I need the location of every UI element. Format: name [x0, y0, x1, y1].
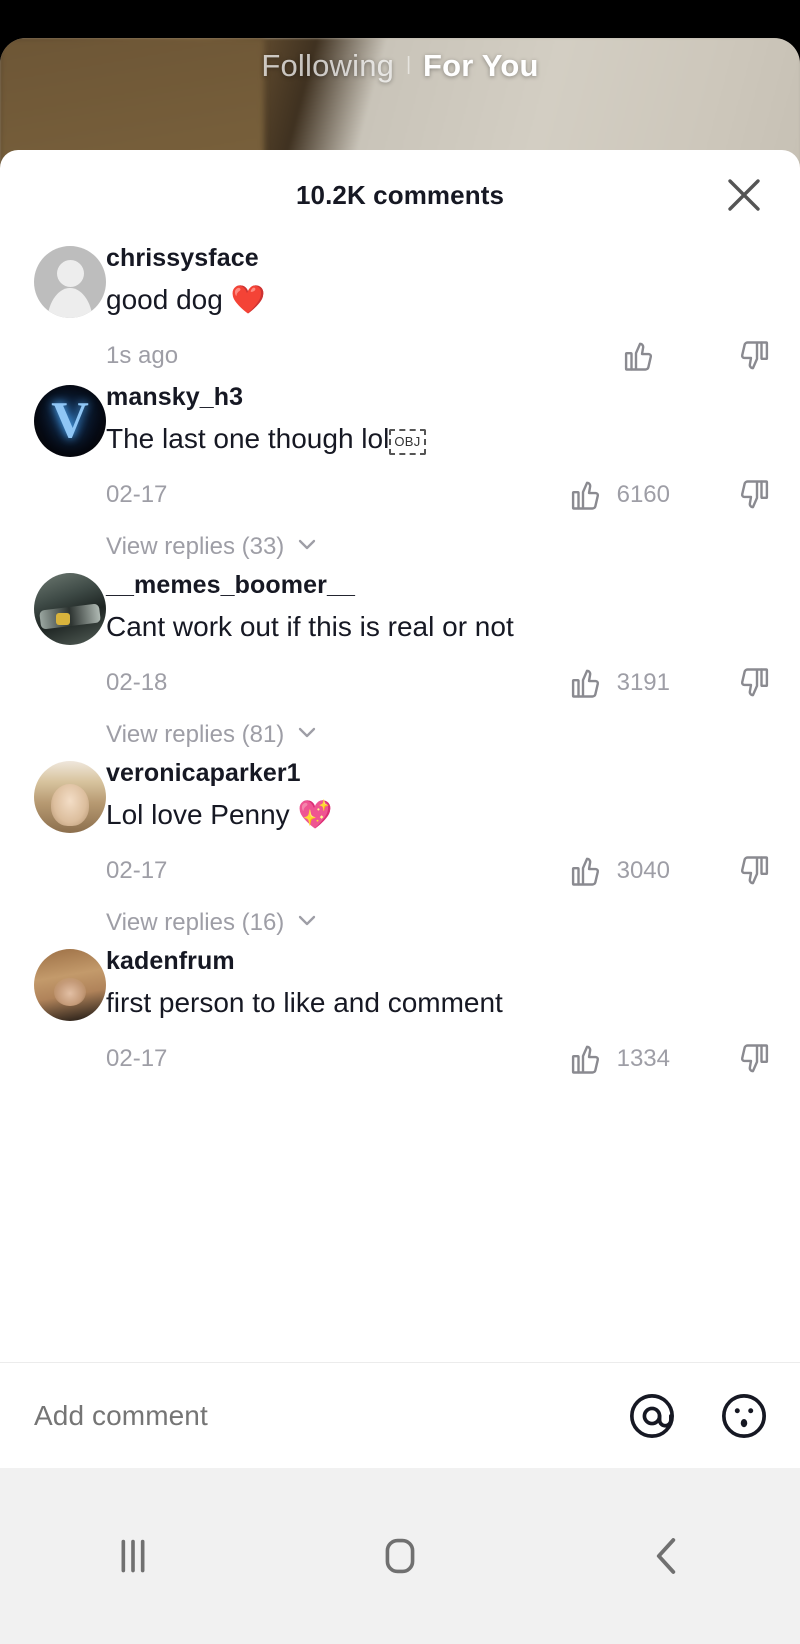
- comment-timestamp: 02-18: [106, 668, 168, 696]
- avatar[interactable]: [34, 572, 106, 645]
- comment-text: good dog ❤️: [106, 280, 772, 319]
- comments-list[interactable]: chrissysface good dog ❤️ 1s ago V mansky…: [0, 240, 800, 1362]
- comment-body: chrissysface good dog ❤️ 1s ago: [106, 240, 800, 379]
- add-comment-input[interactable]: [34, 1399, 626, 1432]
- comment-timestamp: 02-17: [106, 856, 168, 884]
- back-icon[interactable]: [607, 1496, 727, 1616]
- thumbs-up-icon[interactable]: [568, 1041, 604, 1077]
- avatar[interactable]: [34, 384, 106, 457]
- comment-timestamp: 1s ago: [106, 341, 179, 369]
- avatar[interactable]: [34, 948, 106, 1021]
- view-replies-button[interactable]: View replies (16): [106, 908, 772, 943]
- comment-text-body: The last one though lol: [106, 422, 390, 454]
- chevron-down-icon: [295, 532, 319, 563]
- comment-body: __memes_boomer__ Cant work out if this i…: [106, 567, 800, 755]
- comment-emoji: ❤️: [230, 283, 266, 315]
- home-icon[interactable]: [340, 1496, 460, 1616]
- comment-meta: 02-17 3040: [106, 848, 772, 894]
- comment-body: kadenfrum first person to like and comme…: [106, 943, 800, 1082]
- comment-username[interactable]: __memes_boomer__: [106, 569, 772, 603]
- obj-placeholder-glyph: OBJ: [389, 428, 426, 455]
- like-count: 6160: [616, 480, 670, 508]
- tab-following[interactable]: Following: [249, 48, 406, 84]
- avatar[interactable]: [34, 246, 106, 318]
- comments-header: 10.2K comments: [0, 150, 800, 240]
- comment-text: The last one though lol OBJ: [106, 419, 772, 458]
- comment-username[interactable]: chrissysface: [106, 242, 772, 276]
- thumbs-up-icon[interactable]: [568, 853, 604, 889]
- input-bar-icons: [626, 1390, 770, 1442]
- thumbs-down-icon[interactable]: [720, 338, 772, 374]
- comment-text: first person to like and comment: [106, 986, 503, 1018]
- thumbs-down-icon[interactable]: [720, 853, 772, 889]
- view-replies-label: View replies (16): [106, 909, 285, 937]
- android-navigation-bar: [0, 1468, 800, 1644]
- thumbs-up-icon[interactable]: [621, 338, 657, 374]
- comment-item[interactable]: veronicaparker1 Lol love Penny 💖 02-17 3…: [0, 755, 800, 943]
- thumbs-down-icon[interactable]: [720, 665, 772, 701]
- thumbs-down-icon[interactable]: [720, 477, 772, 513]
- phone-screen: Following | For You 10.2K comments chris…: [0, 0, 800, 1644]
- comment-item[interactable]: mansky_h3 The last one though lolOBJ 02-…: [0, 379, 800, 567]
- comment-item[interactable]: kadenfrum first person to like and comme…: [0, 943, 800, 1082]
- chevron-down-icon: [295, 908, 319, 939]
- comment-timestamp: 02-17: [106, 480, 168, 508]
- comment-input-bar: [0, 1362, 800, 1468]
- at-mention-icon[interactable]: [626, 1390, 678, 1442]
- thumbs-down-icon[interactable]: [720, 1041, 772, 1077]
- thumbs-up-icon[interactable]: [568, 665, 604, 701]
- comment-meta: 02-18 3191: [106, 660, 772, 706]
- like-group: 1334: [550, 1041, 670, 1077]
- comment-emoji: 💖: [297, 798, 333, 830]
- comment-item[interactable]: __memes_boomer__ Cant work out if this i…: [0, 567, 800, 755]
- view-replies-label: View replies (33): [106, 533, 285, 561]
- comment-body: veronicaparker1 Lol love Penny 💖 02-17 3…: [106, 755, 800, 943]
- comments-count-title: 10.2K comments: [295, 179, 505, 210]
- view-replies-button[interactable]: View replies (81): [106, 720, 772, 755]
- like-group: 6160: [550, 477, 670, 513]
- view-replies-label: View replies (81): [106, 721, 285, 749]
- view-replies-button[interactable]: View replies (33): [106, 532, 772, 567]
- tab-for-you[interactable]: For You: [411, 48, 551, 84]
- avatar[interactable]: [34, 760, 106, 833]
- comment-username[interactable]: mansky_h3: [106, 381, 772, 415]
- comment-text-body: good dog: [106, 283, 231, 315]
- comment-text: Lol love Penny 💖: [106, 795, 772, 834]
- comments-sheet: 10.2K comments chrissysface good dog ❤️ …: [0, 150, 800, 1468]
- comment-meta: 02-17 1334: [106, 1036, 772, 1082]
- like-group: 3191: [550, 665, 670, 701]
- close-icon[interactable]: [722, 173, 766, 217]
- comment-body: mansky_h3 The last one though lol OBJ 02-…: [106, 379, 800, 567]
- recents-icon[interactable]: [73, 1496, 193, 1616]
- comment-username[interactable]: kadenfrum: [106, 945, 772, 979]
- like-count: 1334: [616, 1044, 670, 1072]
- comment-item[interactable]: chrissysface good dog ❤️ 1s ago: [0, 240, 800, 379]
- feed-tabs: Following | For You: [0, 48, 800, 84]
- comment-text-body: Lol love Penny: [106, 798, 298, 830]
- comment-text: Cant work out if this is real or not: [106, 610, 514, 642]
- comment-meta: 1s ago: [106, 333, 772, 379]
- like-count: 3191: [616, 668, 670, 696]
- thumbs-up-icon[interactable]: [568, 477, 604, 513]
- like-count: 3040: [616, 856, 670, 884]
- comment-meta: 02-17 6160: [106, 472, 772, 518]
- chevron-down-icon: [295, 720, 319, 751]
- comment-username[interactable]: veronicaparker1: [106, 757, 772, 791]
- like-group: 3040: [550, 853, 670, 889]
- like-group: [550, 338, 670, 374]
- comment-timestamp: 02-17: [106, 1044, 168, 1072]
- emoji-face-icon[interactable]: [718, 1390, 770, 1442]
